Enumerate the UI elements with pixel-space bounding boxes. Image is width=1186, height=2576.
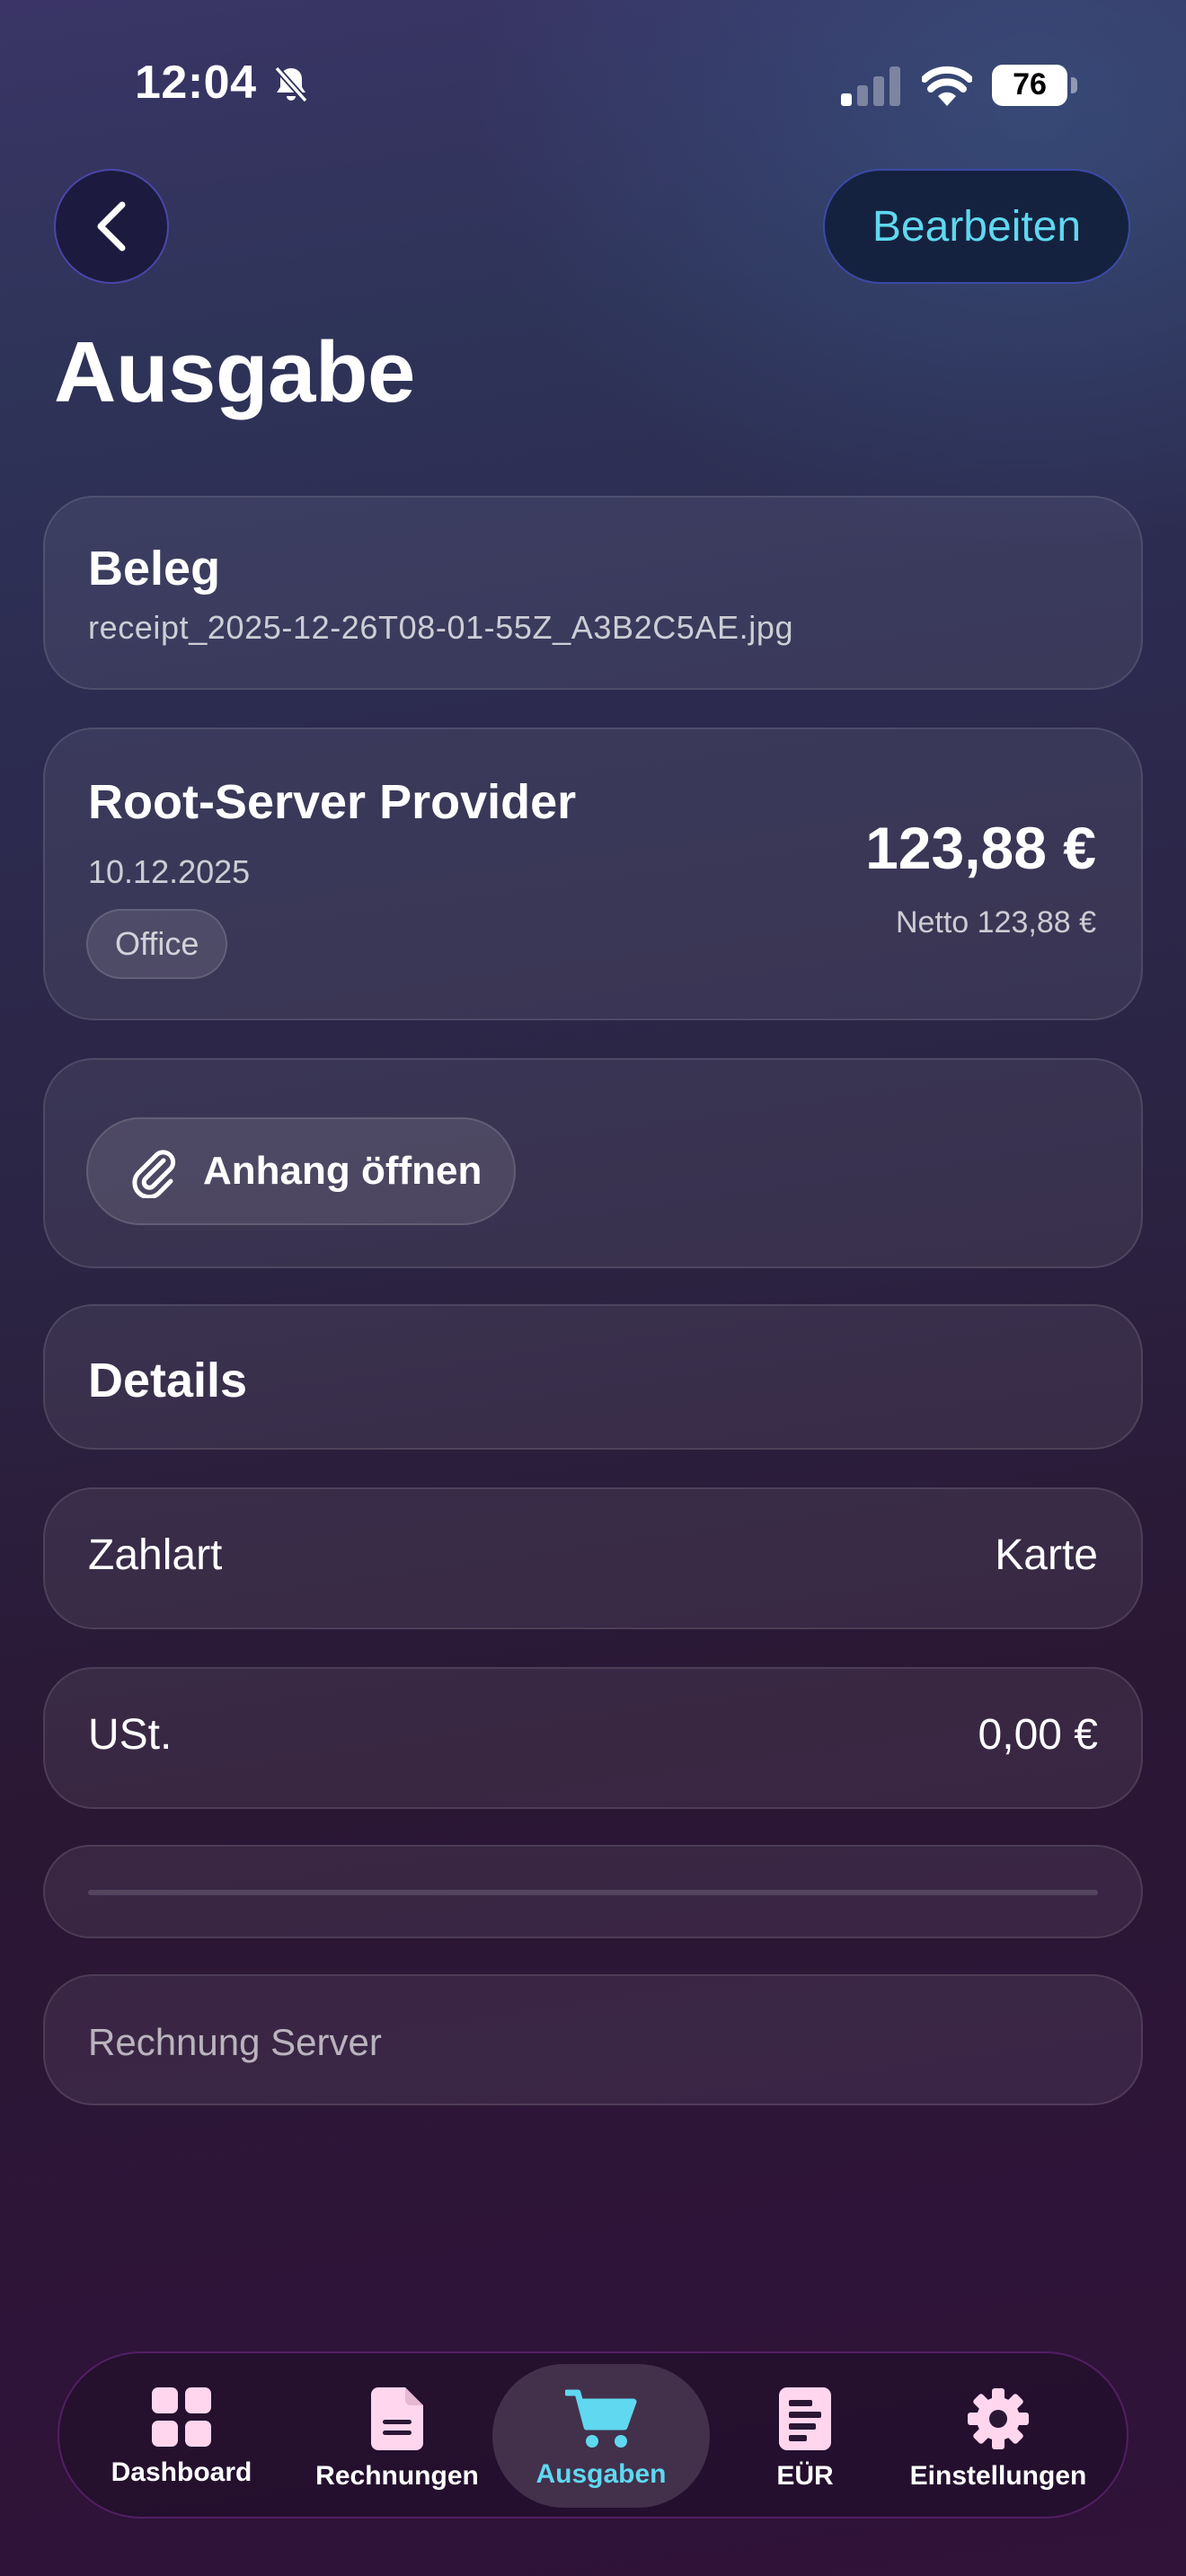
expense-summary-card: Root-Server Provider 10.12.2025 Office 1… [43,728,1143,1020]
report-icon [779,2387,831,2450]
expense-amount: 123,88 € [865,815,1096,881]
receipt-title: Beleg [88,542,221,595]
netto-amount: Netto 123,88 € [895,905,1096,940]
payment-method-value: Karte [995,1531,1098,1579]
divider-card [43,1845,1143,1938]
tab-bar: Dashboard Rechnungen Ausgaben EÜR Einste… [58,2351,1128,2519]
gear-icon [968,2388,1029,2449]
tab-ausgaben-label: Ausgaben [535,2459,667,2489]
details-title: Details [88,1354,248,1407]
document-icon [371,2387,423,2450]
receipt-filename: receipt_2025-12-26T08-01-55Z_A3B2C5AE.jp… [88,609,794,646]
open-attachment-button[interactable]: Anhang öffnen [86,1117,516,1225]
tab-dashboard-label: Dashboard [111,2457,252,2487]
cart-icon [565,2389,637,2448]
divider [88,1890,1098,1895]
tab-rechnungen-label: Rechnungen [315,2461,479,2491]
details-header-card: Details [43,1304,1143,1450]
vat-row: USt. 0,00 € [43,1667,1143,1809]
note-card: Rechnung Server [43,1974,1143,2105]
category-badge: Office [86,909,228,979]
payment-method-row: Zahlart Karte [43,1487,1143,1629]
expense-date: 10.12.2025 [88,853,251,890]
tab-euer[interactable]: EÜR [751,2353,859,2520]
bell-muted-icon [270,63,313,106]
tab-ausgaben[interactable]: Ausgaben [492,2353,710,2520]
battery-icon: 76 [992,65,1078,106]
tab-euer-label: EÜR [776,2461,834,2491]
battery-level: 76 [1013,67,1047,101]
edit-button[interactable]: Bearbeiten [823,169,1130,284]
grid-icon [152,2387,211,2447]
open-attachment-label: Anhang öffnen [203,1149,482,1193]
vat-value: 0,00 € [978,1711,1098,1759]
vat-label: USt. [88,1711,173,1759]
payment-method-label: Zahlart [88,1531,223,1579]
status-time: 12:04 [135,57,257,109]
tab-einstellungen[interactable]: Einstellungen [886,2353,1111,2520]
chevron-left-icon [97,201,126,251]
paperclip-icon [132,1150,176,1198]
tab-rechnungen[interactable]: Rechnungen [300,2353,494,2520]
receipt-card[interactable]: Beleg receipt_2025-12-26T08-01-55Z_A3B2C… [43,496,1143,690]
note-text: Rechnung Server [88,2021,382,2063]
tab-einstellungen-label: Einstellungen [909,2461,1087,2491]
attachment-card: Anhang öffnen [43,1058,1143,1268]
vendor-name: Root-Server Provider [88,775,577,829]
tab-dashboard[interactable]: Dashboard [92,2353,271,2520]
cellular-signal-icon [841,66,902,106]
back-button[interactable] [54,169,169,284]
page-title: Ausgabe [54,324,415,420]
wifi-icon [921,65,973,106]
